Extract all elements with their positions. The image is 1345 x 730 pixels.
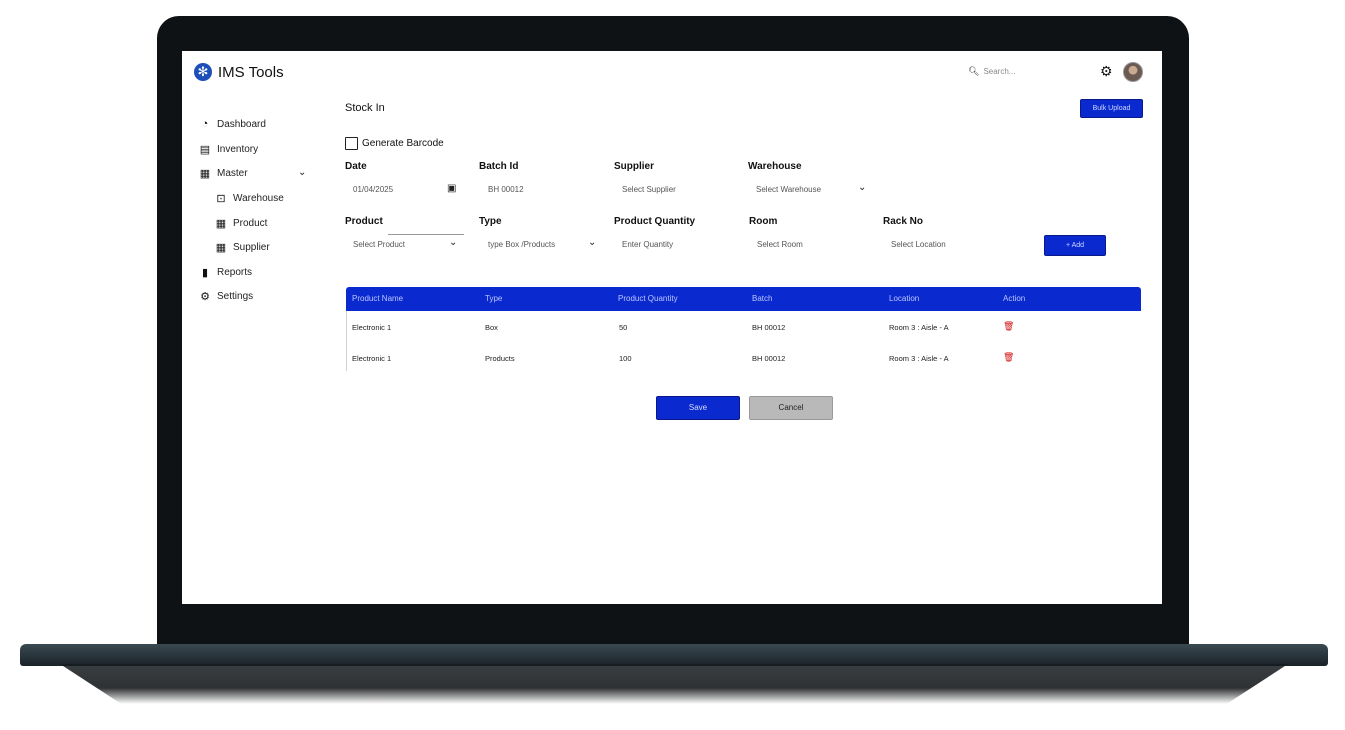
room-select[interactable]: Select Room <box>757 240 803 249</box>
chevron-down-icon[interactable]: ⌄ <box>588 237 596 248</box>
archive-icon: ▤ <box>199 144 211 156</box>
cell-batch: BH 00012 <box>752 354 786 363</box>
sidebar-item-inventory[interactable]: ▤ Inventory <box>199 143 258 156</box>
sidebar-item-product[interactable]: ▦ Product <box>215 217 268 230</box>
rack-no-label: Rack No <box>883 216 924 227</box>
trash-icon[interactable]: 🗑︎ <box>1003 321 1014 332</box>
cell-location: Room 3 : Aisle - A <box>889 354 949 363</box>
rack-select[interactable]: Select Location <box>891 240 946 249</box>
column-header: Type <box>485 294 503 303</box>
cell-product-name: Electronic 1 <box>352 323 392 332</box>
app-title: IMS Tools <box>218 63 284 81</box>
search-input[interactable]: Search... <box>983 67 1015 76</box>
supplier-select[interactable]: Select Supplier <box>622 185 676 194</box>
chevron-down-icon[interactable]: ⌄ <box>858 182 866 193</box>
table-row: Electronic 1 Products 100 BH 00012 Room … <box>346 347 1141 377</box>
type-select[interactable]: type Box /Products <box>488 240 555 249</box>
sidebar-item-label: Warehouse <box>233 193 284 204</box>
batch-id-field[interactable]: BH 00012 <box>488 185 524 194</box>
supplier-label: Supplier <box>614 161 655 172</box>
warehouse-select[interactable]: Select Warehouse <box>756 185 821 194</box>
batch-id-label: Batch Id <box>479 161 519 172</box>
chevron-down-icon[interactable]: ⌄ <box>449 237 457 248</box>
sidebar-item-label: Master <box>217 168 248 179</box>
add-button[interactable]: + Add <box>1044 235 1106 256</box>
type-label: Type <box>479 216 502 227</box>
cell-type: Box <box>485 323 498 332</box>
laptop-base <box>20 644 1328 666</box>
sidebar-item-dashboard[interactable]: ◔ Dashboard <box>199 118 266 130</box>
date-field[interactable]: 01/04/2025 <box>353 185 393 194</box>
list-icon: ▦ <box>215 218 227 230</box>
product-select-underline <box>388 234 464 235</box>
dashboard-icon: ◔ <box>201 118 209 130</box>
sidebar-item-master[interactable]: ▦ Master <box>199 167 248 180</box>
save-button[interactable]: Save <box>656 396 740 420</box>
logo-icon: ✻ <box>194 63 212 81</box>
trash-icon[interactable]: 🗑︎ <box>1003 352 1014 363</box>
cell-quantity: 100 <box>619 354 632 363</box>
cell-batch: BH 00012 <box>752 323 786 332</box>
page-title: Stock In <box>345 102 385 114</box>
search-box[interactable]: 🔍︎ Search... <box>968 66 1015 77</box>
column-header: Action <box>1003 294 1026 303</box>
gear-icon: ⚙ <box>200 291 210 303</box>
app-screen: ✻ IMS Tools 🔍︎ Search... ⚙ ◔ Dashboard ▤… <box>182 51 1162 604</box>
column-header: Batch <box>752 294 773 303</box>
quantity-input[interactable]: Enter Quantity <box>622 240 673 249</box>
column-header: Product Name <box>352 294 404 303</box>
date-label: Date <box>345 161 367 172</box>
product-label: Product <box>345 216 383 227</box>
product-select[interactable]: Select Product <box>353 240 405 249</box>
product-quantity-label: Product Quantity <box>614 216 696 227</box>
generate-barcode-label: Generate Barcode <box>362 138 444 149</box>
cell-type: Products <box>485 354 515 363</box>
sidebar-item-label: Inventory <box>217 144 259 155</box>
room-label: Room <box>749 216 778 227</box>
column-header: Product Quantity <box>618 294 678 303</box>
calendar-icon[interactable]: ▣ <box>447 183 456 194</box>
sidebar-item-warehouse[interactable]: ⊡ Warehouse <box>215 192 284 205</box>
sidebar-item-label: Product <box>233 218 268 229</box>
list-icon: ▦ <box>199 168 211 180</box>
cell-location: Room 3 : Aisle - A <box>889 323 949 332</box>
table-header: Product Name Type Product Quantity Batch… <box>346 287 1141 311</box>
warehouse-label: Warehouse <box>748 161 802 172</box>
column-header: Location <box>889 294 920 303</box>
laptop-base-shadow <box>60 664 1288 704</box>
chevron-down-icon[interactable]: ⌄ <box>298 167 306 178</box>
sidebar-item-supplier[interactable]: ▦ Supplier <box>215 241 270 254</box>
avatar[interactable] <box>1123 62 1143 82</box>
settings-gear-icon[interactable]: ⚙ <box>1100 63 1113 80</box>
sidebar-item-reports[interactable]: ▮ Reports <box>199 266 252 279</box>
sidebar-item-label: Reports <box>217 267 253 278</box>
sidebar-item-settings[interactable]: ⚙ Settings <box>199 290 253 303</box>
sidebar-item-label: Supplier <box>233 242 270 253</box>
list-icon: ▦ <box>215 242 227 254</box>
bulk-upload-button[interactable]: Bulk Upload <box>1080 99 1143 118</box>
cancel-button[interactable]: Cancel <box>749 396 833 420</box>
generate-barcode-checkbox[interactable] <box>345 137 358 150</box>
cell-quantity: 50 <box>619 323 628 332</box>
sidebar-item-label: Dashboard <box>217 118 266 130</box>
search-icon: 🔍︎ <box>968 66 980 76</box>
cell-product-name: Electronic 1 <box>352 354 392 363</box>
warehouse-icon: ⊡ <box>216 193 226 205</box>
table-row: Electronic 1 Box 50 BH 00012 Room 3 : Ai… <box>346 316 1141 346</box>
sidebar-item-label: Settings <box>217 291 254 302</box>
app-logo[interactable]: ✻ IMS Tools <box>194 63 284 81</box>
bar-chart-icon: ▮ <box>201 267 209 279</box>
